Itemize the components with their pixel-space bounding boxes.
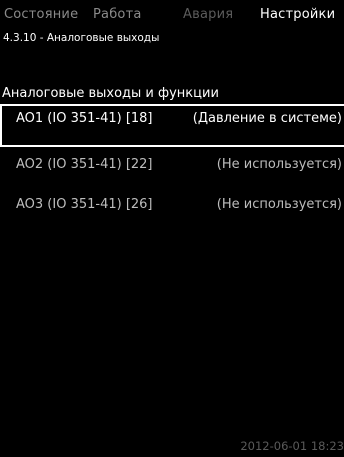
selection-border-bottom — [0, 145, 344, 147]
list-item-ao3[interactable]: AO3 (IO 351-41) [26] (Не используется) — [0, 190, 344, 226]
output-function: (Давление в системе) — [192, 111, 342, 126]
controller-display: Состояние Работа Авария Настройки 4.3.10… — [0, 0, 344, 457]
tab-status[interactable]: Состояние — [4, 7, 78, 22]
list-item-ao2[interactable]: AO2 (IO 351-41) [22] (Не используется) — [0, 150, 344, 186]
tab-work[interactable]: Работа — [93, 7, 142, 22]
selection-border-left — [0, 104, 2, 147]
datetime-display: 2012-06-01 18:23 — [240, 439, 344, 453]
top-tab-bar: Состояние Работа Авария Настройки — [0, 0, 344, 28]
breadcrumb: 4.3.10 - Аналоговые выходы — [3, 32, 160, 44]
tab-alarm[interactable]: Авария — [183, 7, 233, 22]
output-function: (Не используется) — [216, 157, 342, 172]
section-title: Аналоговые выходы и функции — [2, 86, 219, 101]
selection-border-top — [0, 104, 344, 106]
output-name: AO1 (IO 351-41) [18] — [16, 111, 153, 126]
list-item-ao1[interactable]: AO1 (IO 351-41) [18] (Давление в системе… — [0, 104, 344, 147]
output-name: AO2 (IO 351-41) [22] — [16, 157, 153, 172]
output-name: AO3 (IO 351-41) [26] — [16, 197, 153, 212]
tab-settings[interactable]: Настройки — [260, 7, 335, 22]
output-function: (Не используется) — [216, 197, 342, 212]
